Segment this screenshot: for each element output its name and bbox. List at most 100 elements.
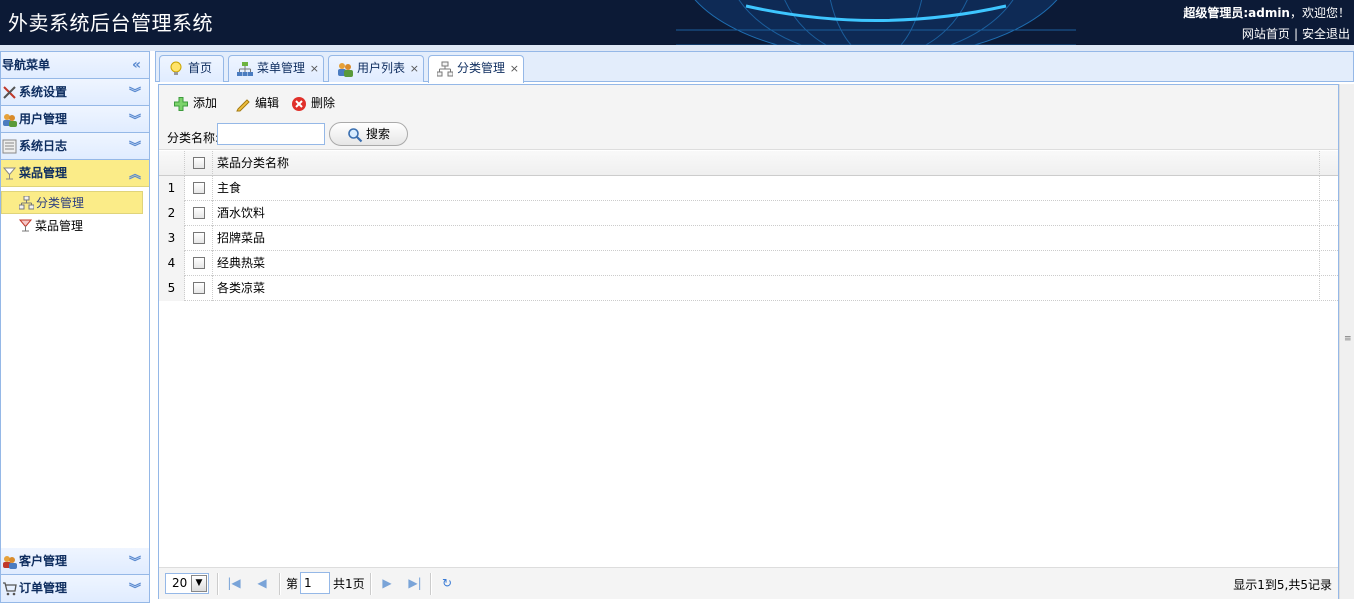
page-prefix: 第	[286, 577, 299, 591]
menu-item-label: 分类管理	[36, 196, 85, 210]
add-button[interactable]: 添加	[173, 95, 217, 113]
cup-icon	[2, 167, 17, 180]
edit-button[interactable]: 编辑	[235, 95, 279, 113]
menu-item-label: 菜品管理	[35, 219, 84, 233]
panel-label: 客户管理	[19, 554, 68, 568]
grid-header: 菜品分类名称	[159, 151, 1338, 176]
content-panel: 添加 编辑 删除 分类名称: 搜索 菜品分类名称 1 主食 2 酒水饮料 3 招…	[158, 84, 1339, 599]
sidebar: 导航菜单 « 系统设置 ︾ 用户管理 ︾ 系统日志 ︾ 菜品管理 ︽ 分类管理 …	[0, 51, 150, 603]
tools-icon	[3, 86, 16, 99]
first-page-icon[interactable]: |◀	[225, 574, 243, 592]
last-page-icon[interactable]: ▶|	[406, 574, 424, 592]
app-header: 外卖系统后台管理系统 超级管理员:admin，欢迎您！ 网站首页 | 安全退出	[0, 0, 1354, 45]
bottom-panels: 客户管理 ︾ 订单管理 ︾	[1, 548, 149, 602]
dropdown-arrow-icon[interactable]: ▼	[191, 575, 207, 592]
user-role-label: 超级管理员:	[1183, 6, 1249, 20]
expand-chevron-icon: ︾	[128, 113, 141, 127]
expand-chevron-icon: ︾	[128, 582, 141, 596]
link-separator: |	[1293, 27, 1298, 41]
row-checkbox[interactable]	[193, 257, 205, 269]
globe-decoration	[676, 0, 1076, 45]
table-row[interactable]: 3 招牌菜品	[159, 226, 1338, 251]
dish-icon	[18, 219, 33, 232]
prev-page-icon[interactable]: ◀	[253, 574, 271, 592]
column-divider	[1319, 226, 1320, 251]
logout-link[interactable]: 安全退出	[1302, 27, 1350, 41]
table-row[interactable]: 5 各类凉菜	[159, 276, 1338, 301]
tab-category-management[interactable]: 分类管理 ×	[428, 55, 524, 83]
row-checkbox[interactable]	[193, 282, 205, 294]
select-all-checkbox[interactable]	[193, 157, 205, 169]
username: admin	[1248, 6, 1290, 20]
search-icon	[348, 128, 363, 143]
category-search-input[interactable]	[217, 123, 325, 145]
column-divider	[1319, 176, 1320, 201]
pager-separator	[279, 573, 281, 595]
category-name: 各类凉菜	[217, 281, 266, 295]
tab-home[interactable]: 首页	[159, 55, 224, 82]
tab-label: 分类管理	[457, 61, 506, 75]
tab-label: 首页	[188, 61, 213, 75]
home-link[interactable]: 网站首页	[1242, 27, 1290, 41]
panel-system-settings[interactable]: 系统设置 ︾	[1, 79, 149, 106]
delete-label: 删除	[311, 96, 336, 110]
pager-separator	[370, 573, 372, 595]
panel-dish-management[interactable]: 菜品管理 ︽	[1, 160, 149, 187]
panel-order-management[interactable]: 订单管理 ︾	[1, 575, 149, 602]
column-divider	[1319, 276, 1320, 301]
row-checkbox[interactable]	[193, 182, 205, 194]
row-checkbox-cell	[185, 201, 213, 226]
current-page-input[interactable]	[300, 572, 330, 594]
next-page-icon[interactable]: ▶	[378, 574, 396, 592]
category-name: 酒水饮料	[217, 206, 266, 220]
menu-item-category-management[interactable]: 分类管理	[1, 191, 143, 214]
panel-customer-management[interactable]: 客户管理 ︾	[1, 548, 149, 575]
panel-system-log[interactable]: 系统日志 ︾	[1, 133, 149, 160]
close-icon[interactable]: ×	[410, 56, 419, 81]
welcome-text: ，欢迎您！	[1289, 6, 1350, 20]
table-row[interactable]: 4 经典热菜	[159, 251, 1338, 276]
search-button[interactable]: 搜索	[329, 122, 408, 146]
panel-user-management[interactable]: 用户管理 ︾	[1, 106, 149, 133]
panel-label: 系统设置	[19, 85, 68, 99]
org-chart-icon	[19, 196, 34, 210]
cart-icon	[3, 582, 17, 596]
refresh-icon[interactable]: ↻	[438, 574, 456, 592]
collapse-sidebar-icon[interactable]: «	[132, 52, 141, 78]
row-number: 5	[159, 276, 185, 301]
org-chart-icon	[237, 62, 253, 76]
category-grid: 菜品分类名称 1 主食 2 酒水饮料 3 招牌菜品 4 经典热菜 5 各类凉菜	[159, 151, 1338, 301]
page-size-select[interactable]: 20 ▼	[165, 573, 209, 594]
row-checkbox-cell	[185, 251, 213, 276]
panel-label: 用户管理	[19, 112, 68, 126]
vertical-scrollbar[interactable]: ≡	[1339, 84, 1354, 599]
close-icon[interactable]: ×	[510, 56, 519, 81]
close-icon[interactable]: ×	[310, 56, 319, 81]
page-total: 共1页	[333, 577, 365, 591]
table-row[interactable]: 1 主食	[159, 176, 1338, 201]
pencil-icon	[236, 99, 250, 112]
expand-chevron-icon: ︾	[128, 86, 141, 100]
expand-chevron-icon: ︾	[128, 555, 141, 569]
dish-panel-body: 分类管理 菜品管理	[1, 187, 149, 546]
tab-label: 用户列表	[357, 61, 406, 75]
table-row[interactable]: 2 酒水饮料	[159, 201, 1338, 226]
menu-item-dish-management[interactable]: 菜品管理	[1, 215, 143, 238]
delete-button[interactable]: 删除	[291, 95, 335, 113]
tab-menu-management[interactable]: 菜单管理 ×	[228, 55, 324, 82]
column-divider	[1319, 201, 1320, 226]
add-label: 添加	[193, 96, 218, 110]
edit-label: 编辑	[255, 96, 280, 110]
user-info: 超级管理员:admin，欢迎您！ 网站首页 | 安全退出	[1183, 3, 1350, 45]
row-checkbox[interactable]	[193, 232, 205, 244]
customers-icon	[3, 556, 17, 569]
row-checkbox-cell	[185, 276, 213, 301]
row-number: 3	[159, 226, 185, 251]
users-icon	[338, 63, 353, 77]
sidebar-title-label: 导航菜单	[2, 58, 51, 72]
column-header-name[interactable]: 菜品分类名称	[217, 151, 289, 176]
category-name: 主食	[217, 181, 242, 195]
tab-user-list[interactable]: 用户列表 ×	[328, 55, 424, 82]
row-checkbox[interactable]	[193, 207, 205, 219]
row-checkbox-cell	[185, 226, 213, 251]
